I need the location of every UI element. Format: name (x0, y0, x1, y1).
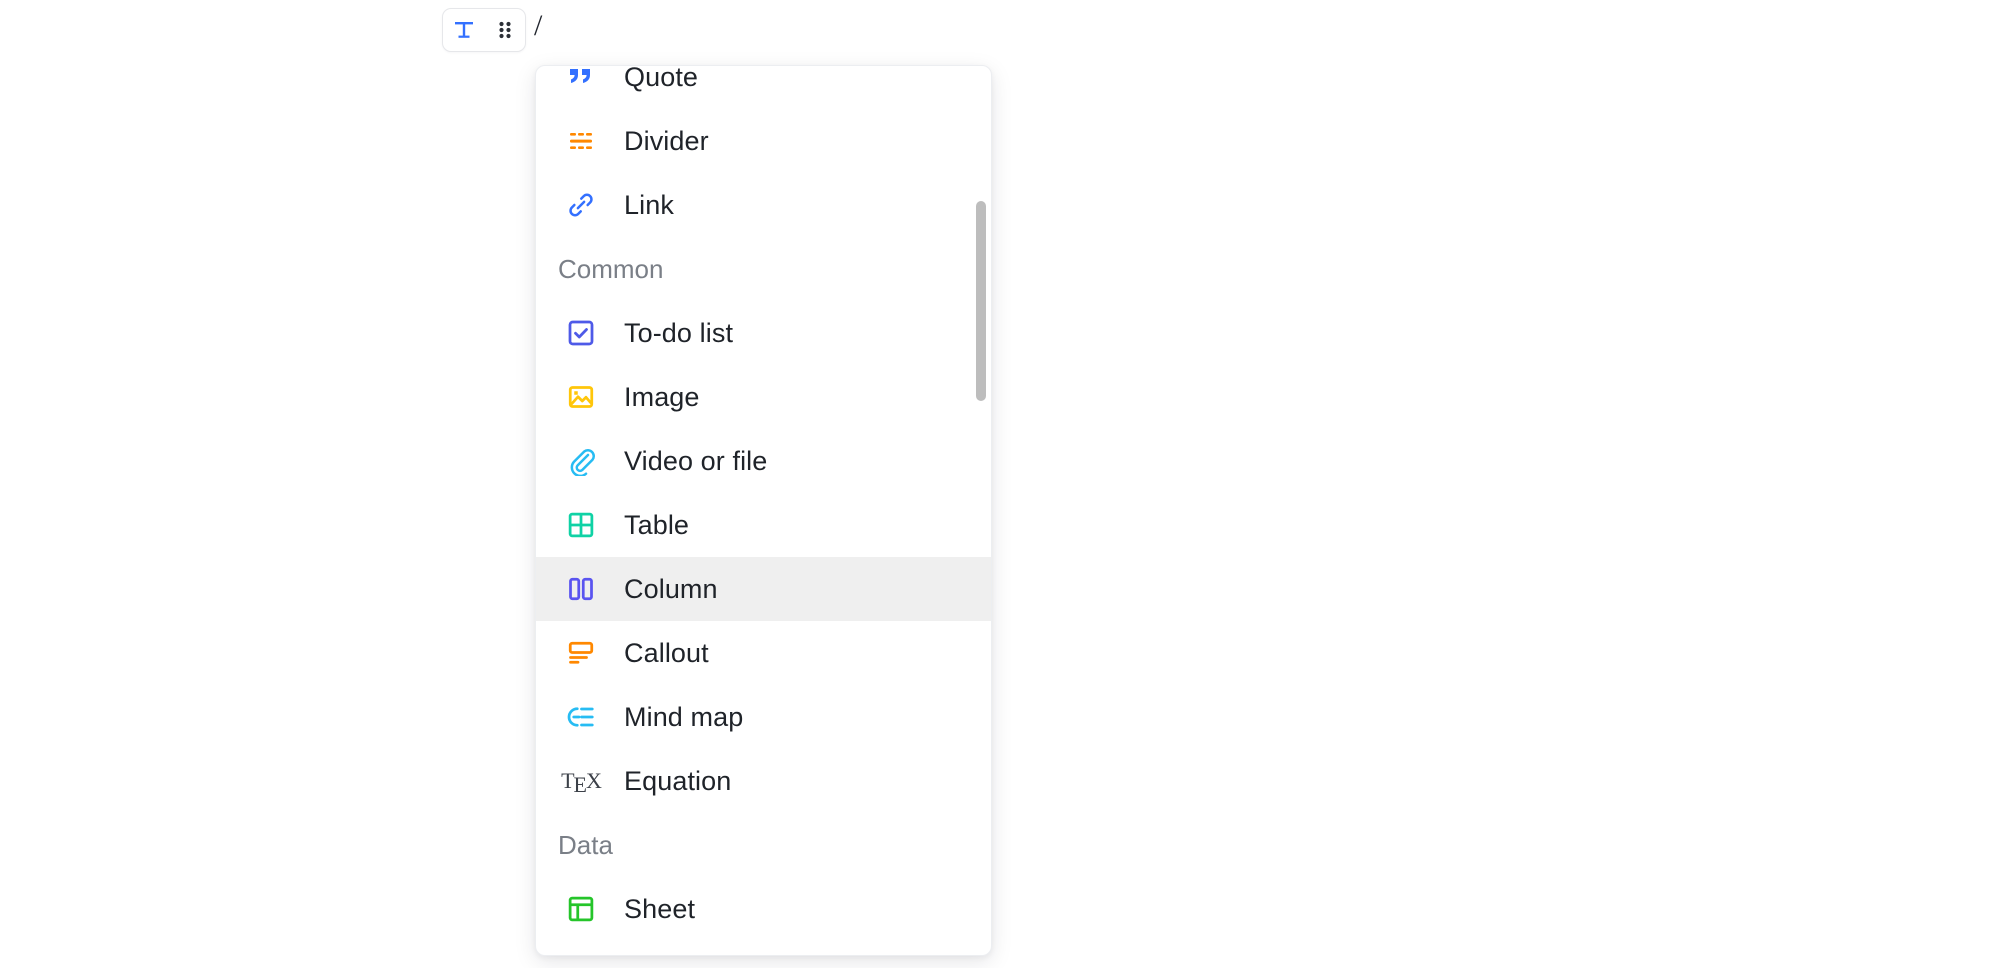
column-icon (558, 574, 604, 604)
checkbox-icon (558, 318, 604, 348)
slash-menu-item-label: Mind map (624, 701, 744, 732)
slash-menu-item-label: Sheet (624, 893, 696, 924)
slash-menu-scroll-area: Quote Divider Link Common To-do list Ima… (536, 66, 991, 955)
image-icon (558, 382, 604, 412)
sheet-icon (558, 894, 604, 924)
slash-menu-item-callout[interactable]: Callout (536, 621, 991, 685)
slash-menu-item-divider[interactable]: Divider (536, 109, 991, 173)
typed-slash-text: / (534, 9, 543, 42)
link-icon (558, 190, 604, 220)
slash-menu-item-label: Quote (624, 66, 699, 92)
slash-menu-item-label: To-do list (624, 317, 734, 348)
tex-icon: TEX (561, 768, 602, 797)
slash-menu-scrollbar[interactable] (974, 66, 988, 955)
slash-menu-section-common: Common (536, 237, 991, 301)
slash-menu-item-label: Callout (624, 637, 709, 668)
slash-menu-item-link[interactable]: Link (536, 173, 991, 237)
scrollbar-thumb[interactable] (976, 201, 986, 401)
slash-menu-section-data: Data (536, 813, 991, 877)
text-type-button[interactable] (447, 13, 481, 47)
slash-menu-item-label: Link (624, 189, 674, 220)
slash-menu-list: Quote Divider Link Common To-do list Ima… (536, 66, 991, 941)
slash-menu-item-label: Video or file (624, 445, 768, 476)
section-label: Common (558, 253, 664, 284)
slash-menu-item-equation[interactable]: TEX Equation (536, 749, 991, 813)
table-icon (558, 510, 604, 540)
divider-icon (558, 126, 604, 156)
editor-canvas: / Quote Divider Link Common To-do list I… (0, 0, 2000, 968)
slash-command-menu: Quote Divider Link Common To-do list Ima… (535, 65, 992, 956)
quote-icon (558, 66, 604, 92)
slash-menu-item-image[interactable]: Image (536, 365, 991, 429)
slash-menu-item-label: Image (624, 381, 700, 412)
slash-menu-item-mind-map[interactable]: Mind map (536, 685, 991, 749)
text-t-icon (454, 22, 473, 38)
slash-menu-item-table[interactable]: Table (536, 493, 991, 557)
slash-menu-item-quote[interactable]: Quote (536, 66, 991, 109)
mindmap-icon (558, 702, 604, 732)
paperclip-icon (558, 446, 604, 476)
drag-handle-icon (498, 21, 511, 39)
slash-menu-item-label: Table (624, 509, 690, 540)
callout-icon (558, 638, 604, 668)
slash-menu-item-video-or-file[interactable]: Video or file (536, 429, 991, 493)
slash-menu-item-column[interactable]: Column (536, 557, 991, 621)
slash-menu-item-label: Equation (624, 765, 732, 796)
section-label: Data (558, 829, 613, 860)
slash-menu-item-label: Column (624, 573, 718, 604)
block-toolbar (442, 8, 526, 52)
slash-menu-item-todo-list[interactable]: To-do list (536, 301, 991, 365)
slash-menu-item-label: Divider (624, 125, 709, 156)
drag-handle-button[interactable] (488, 13, 522, 47)
slash-menu-item-sheet[interactable]: Sheet (536, 877, 991, 941)
